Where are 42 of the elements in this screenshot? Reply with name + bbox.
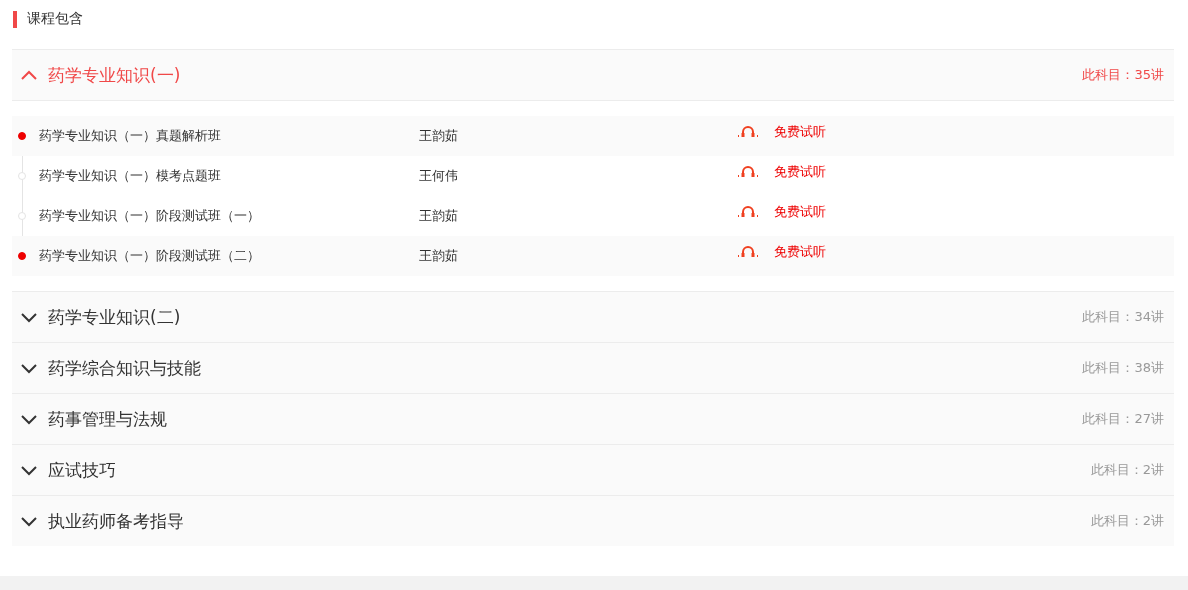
free-trial-link[interactable]: 免费试听 — [774, 163, 826, 181]
lesson-count: 此科目：2讲 — [1090, 512, 1164, 530]
subject-name: 执业药师备考指导 — [48, 509, 185, 533]
lesson-count: 此科目：2讲 — [1090, 461, 1164, 479]
lesson-title: 药学专业知识（一）阶段测试班（二） — [39, 247, 261, 265]
lesson-count: 此科目：35讲 — [1082, 66, 1164, 84]
free-trial-link[interactable]: 免费试听 — [774, 203, 826, 221]
subject-name: 药学专业知识(二) — [48, 305, 182, 329]
free-trial-link[interactable]: 免费试听 — [774, 123, 826, 141]
headphones-icon — [737, 244, 759, 258]
chevron-down-icon — [20, 464, 38, 476]
section-title: 课程包含 — [27, 10, 83, 28]
lesson-count: 此科目：38讲 — [1082, 359, 1164, 377]
free-trial-link[interactable]: 免费试听 — [774, 243, 826, 261]
subject-header[interactable]: 药学专业知识(二) 此科目：34讲 — [12, 291, 1174, 342]
lesson-count: 此科目：34讲 — [1082, 308, 1164, 326]
subject-header[interactable]: 药事管理与法规 此科目：27讲 — [12, 393, 1174, 444]
teacher-name: 王韵茹 — [419, 127, 459, 145]
chevron-down-icon — [20, 515, 38, 527]
subject-name: 药学综合知识与技能 — [48, 356, 202, 380]
subject-name: 药学专业知识(一) — [48, 63, 182, 87]
subject-header[interactable]: 药学专业知识(一) 此科目：35讲 — [12, 49, 1174, 101]
headphones-icon — [737, 124, 759, 138]
chevron-down-icon — [20, 311, 38, 323]
headphones-icon — [737, 164, 759, 178]
subject-name: 应试技巧 — [48, 458, 117, 482]
headphones-icon — [737, 204, 759, 218]
subject-header[interactable]: 药学综合知识与技能 此科目：38讲 — [12, 342, 1174, 393]
subject-header[interactable]: 应试技巧 此科目：2讲 — [12, 444, 1174, 495]
lesson-title: 药学专业知识（一）模考点题班 — [39, 167, 222, 185]
chevron-up-icon — [20, 69, 38, 81]
lesson-title: 药学专业知识（一）真题解析班 — [39, 127, 222, 145]
lesson-title: 药学专业知识（一）阶段测试班（一） — [39, 207, 261, 225]
accent-bar — [13, 10, 17, 28]
lesson-count: 此科目：27讲 — [1082, 410, 1164, 428]
teacher-name: 王韵茹 — [419, 207, 459, 225]
teacher-name: 王何伟 — [419, 167, 459, 185]
subject-name: 药事管理与法规 — [48, 407, 168, 431]
chevron-down-icon — [20, 413, 38, 425]
teacher-name: 王韵茹 — [419, 247, 459, 265]
subject-header[interactable]: 执业药师备考指导 此科目：2讲 — [12, 495, 1174, 546]
chevron-down-icon — [20, 362, 38, 374]
